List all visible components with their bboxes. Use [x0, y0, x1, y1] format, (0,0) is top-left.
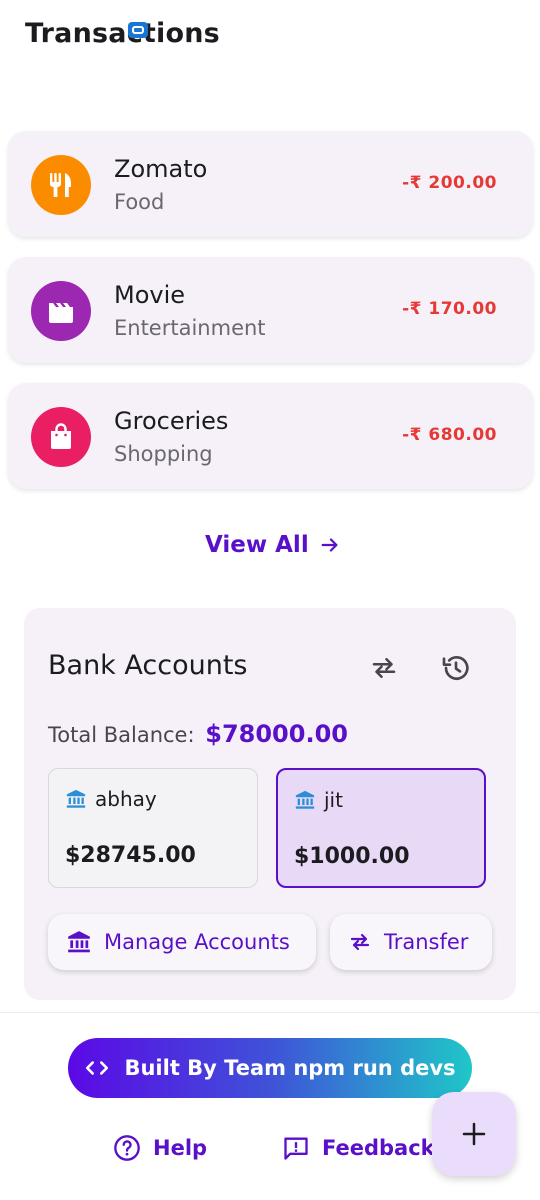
feedback-icon: [284, 1137, 308, 1160]
feedback-link[interactable]: Feedback: [282, 1134, 435, 1162]
transaction-name: Groceries: [114, 407, 229, 435]
view-all-label: View All: [205, 532, 309, 558]
transaction-amount: -₹ 170.00: [402, 299, 497, 319]
help-label: Help: [153, 1136, 208, 1160]
shopping-bag-icon: [31, 407, 91, 467]
transaction-category: Entertainment: [114, 316, 266, 340]
built-by-button[interactable]: Built By Team npm run devs: [68, 1038, 472, 1098]
transfer-label: Transfer: [384, 930, 469, 954]
bank-icon: [66, 789, 86, 808]
account-balance: $28745.00: [65, 843, 196, 868]
account-balance: $1000.00: [294, 844, 410, 869]
swap-icon[interactable]: [364, 648, 404, 688]
fork-knife-icon: [31, 155, 91, 215]
bank-icon: [295, 790, 315, 809]
transaction-amount: -₹ 200.00: [402, 173, 497, 193]
transaction-name: Movie: [114, 281, 186, 309]
help-icon: [114, 1135, 140, 1161]
page-title: Transactions: [25, 18, 220, 49]
plus-icon: [462, 1122, 486, 1146]
divider: [0, 1012, 540, 1013]
bank-icon: [68, 931, 90, 953]
account-card-jit[interactable]: jit $1000.00: [276, 768, 486, 888]
feedback-label: Feedback: [322, 1136, 435, 1160]
transfer-button[interactable]: Transfer: [330, 914, 492, 970]
transaction-category: Shopping: [114, 442, 213, 466]
account-name: jit: [324, 788, 343, 812]
total-balance: Total Balance: $78000.00: [48, 720, 348, 748]
transaction-card-movie[interactable]: Movie Entertainment -₹ 170.00: [8, 257, 533, 363]
swap-icon: [350, 933, 370, 951]
transaction-name: Zomato: [114, 155, 208, 183]
transaction-category: Food: [114, 190, 165, 214]
view-all-button[interactable]: View All: [205, 532, 341, 558]
built-by-label: Built By Team npm run devs: [124, 1056, 456, 1080]
total-balance-value: $78000.00: [205, 720, 348, 748]
code-icon: [86, 1061, 109, 1075]
manage-accounts-label: Manage Accounts: [104, 930, 290, 954]
manage-accounts-button[interactable]: Manage Accounts: [48, 914, 316, 970]
arrow-right-icon: [321, 538, 338, 552]
help-link[interactable]: Help: [113, 1134, 207, 1162]
bank-accounts-panel: Bank Accounts Total Balance: $78000.00 a…: [24, 608, 516, 1000]
transaction-amount: -₹ 680.00: [402, 425, 497, 445]
screen-record-icon: [128, 22, 148, 38]
clapperboard-icon: [31, 281, 91, 341]
history-icon[interactable]: [436, 648, 476, 688]
transaction-card-zomato[interactable]: Zomato Food -₹ 200.00: [8, 131, 533, 237]
add-transaction-button[interactable]: [432, 1092, 516, 1176]
bank-accounts-title: Bank Accounts: [48, 650, 248, 681]
total-balance-label: Total Balance:: [48, 723, 195, 747]
account-card-abhay[interactable]: abhay $28745.00: [48, 768, 258, 888]
transaction-card-groceries[interactable]: Groceries Shopping -₹ 680.00: [8, 383, 533, 489]
account-name: abhay: [95, 787, 157, 811]
